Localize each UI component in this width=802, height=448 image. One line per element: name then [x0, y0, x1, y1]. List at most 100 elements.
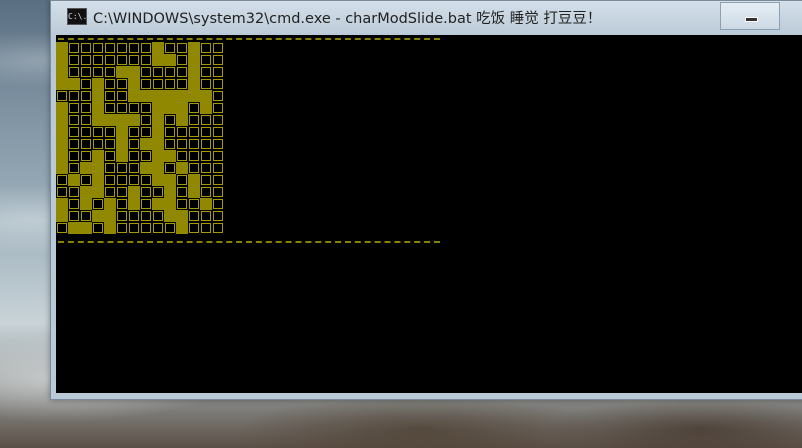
- cell-filled: [80, 198, 92, 210]
- cell-empty: [177, 55, 187, 65]
- cell-empty: [105, 43, 115, 53]
- cell-empty: [105, 151, 115, 161]
- cell-filled: [116, 126, 128, 138]
- cell-filled: [80, 162, 92, 174]
- cell-filled: [56, 78, 68, 90]
- cell-filled: [152, 138, 164, 150]
- cell-empty: [141, 151, 151, 161]
- cell-empty: [189, 103, 199, 113]
- cell-empty: [81, 67, 91, 77]
- cell-filled: [92, 174, 104, 186]
- cell-filled: [92, 90, 104, 102]
- cell-empty: [81, 211, 91, 221]
- cell-empty: [213, 127, 223, 137]
- cmd-icon[interactable]: C:\.: [67, 8, 87, 25]
- cell-filled: [152, 126, 164, 138]
- cell-empty: [213, 211, 223, 221]
- cell-empty: [201, 127, 211, 137]
- cell-filled: [92, 114, 104, 126]
- cell-filled: [164, 102, 176, 114]
- cell-filled: [92, 78, 104, 90]
- cell-empty: [57, 91, 67, 101]
- console-area[interactable]: [56, 35, 802, 393]
- cell-empty: [81, 79, 91, 89]
- cell-filled: [80, 222, 92, 234]
- cell-filled: [176, 210, 188, 222]
- cell-filled: [128, 90, 140, 102]
- cell-empty: [213, 151, 223, 161]
- cell-empty: [57, 187, 67, 197]
- cell-filled: [92, 162, 104, 174]
- title-bar[interactable]: C:\. C:\WINDOWS\system32\cmd.exe - charM…: [51, 1, 802, 34]
- cell-empty: [141, 115, 151, 125]
- cell-empty: [105, 103, 115, 113]
- cell-filled: [116, 150, 128, 162]
- cell-empty: [213, 67, 223, 77]
- cell-filled: [164, 210, 176, 222]
- cell-empty: [93, 199, 103, 209]
- cell-empty: [69, 187, 79, 197]
- cell-empty: [189, 115, 199, 125]
- cell-filled: [56, 126, 68, 138]
- cell-filled: [164, 198, 176, 210]
- cell-empty: [93, 223, 103, 233]
- cell-empty: [141, 79, 151, 89]
- cell-empty: [129, 43, 139, 53]
- cell-empty: [81, 91, 91, 101]
- cell-empty: [165, 163, 175, 173]
- cell-empty: [69, 103, 79, 113]
- cell-filled: [116, 66, 128, 78]
- cell-filled: [128, 186, 140, 198]
- cell-empty: [117, 91, 127, 101]
- cell-empty: [213, 91, 223, 101]
- cell-empty: [177, 79, 187, 89]
- cell-filled: [152, 150, 164, 162]
- cell-empty: [117, 187, 127, 197]
- cell-empty: [177, 139, 187, 149]
- separator-top: [58, 38, 440, 41]
- cell-empty: [201, 163, 211, 173]
- cell-empty: [177, 43, 187, 53]
- separator-bottom: [58, 241, 440, 244]
- cell-empty: [117, 43, 127, 53]
- cell-filled: [92, 102, 104, 114]
- cell-filled: [152, 174, 164, 186]
- cell-filled: [140, 162, 152, 174]
- cell-filled: [164, 150, 176, 162]
- cell-filled: [176, 90, 188, 102]
- cell-empty: [69, 43, 79, 53]
- cell-filled: [152, 198, 164, 210]
- cell-filled: [152, 90, 164, 102]
- cell-empty: [81, 55, 91, 65]
- cell-empty: [81, 151, 91, 161]
- cell-empty: [129, 223, 139, 233]
- cell-filled: [164, 90, 176, 102]
- cell-empty: [69, 199, 79, 209]
- cell-empty: [165, 79, 175, 89]
- cell-empty: [201, 187, 211, 197]
- cell-filled: [92, 150, 104, 162]
- cell-empty: [81, 43, 91, 53]
- cell-empty: [201, 67, 211, 77]
- cell-filled: [176, 222, 188, 234]
- cmd-window[interactable]: C:\. C:\WINDOWS\system32\cmd.exe - charM…: [50, 0, 802, 400]
- minimize-button[interactable]: [720, 2, 780, 30]
- cell-filled: [188, 78, 200, 90]
- cell-empty: [81, 115, 91, 125]
- cell-empty: [81, 139, 91, 149]
- window-title: C:\WINDOWS\system32\cmd.exe - charModSli…: [93, 11, 602, 27]
- cell-empty: [189, 211, 199, 221]
- cell-empty: [69, 211, 79, 221]
- cell-empty: [153, 67, 163, 77]
- cell-empty: [69, 163, 79, 173]
- cell-filled: [200, 198, 212, 210]
- cell-filled: [164, 174, 176, 186]
- cell-filled: [152, 102, 164, 114]
- cell-empty: [105, 55, 115, 65]
- cell-empty: [213, 175, 223, 185]
- cell-empty: [141, 127, 151, 137]
- cell-empty: [141, 175, 151, 185]
- cell-empty: [201, 175, 211, 185]
- cell-empty: [129, 151, 139, 161]
- cell-empty: [93, 127, 103, 137]
